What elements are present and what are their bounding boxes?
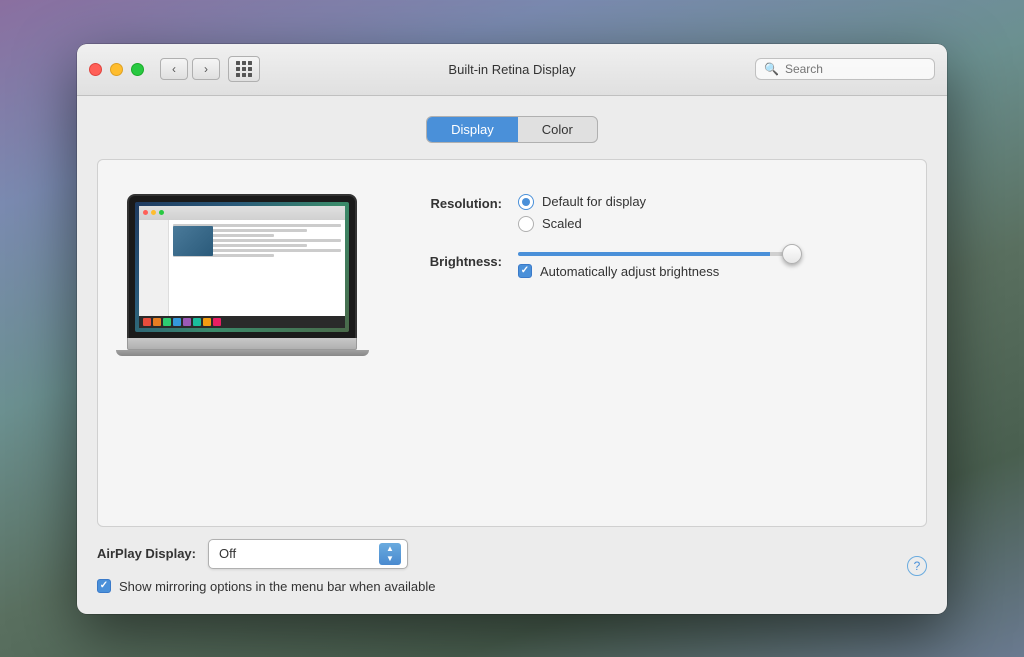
grid-icon [236,61,252,77]
airplay-label: AirPlay Display: [97,546,196,561]
forward-icon: › [204,62,208,76]
close-button[interactable] [89,63,102,76]
tab-bar: Display Color [97,116,927,143]
tab-group: Display Color [426,116,598,143]
maximize-button[interactable] [131,63,144,76]
laptop-illustration [122,184,362,502]
grid-button[interactable] [228,56,260,82]
resolution-default-option[interactable]: Default for display [518,194,646,210]
brightness-row: Brightness: ✓ Automatically adjust brigh… [402,252,902,279]
window-title: Built-in Retina Display [448,62,575,77]
auto-brightness-row: ✓ Automatically adjust brightness [518,264,798,279]
screen-sidebar [139,220,169,316]
search-box[interactable]: 🔍 [755,58,935,80]
mirroring-row: ✓ Show mirroring options in the menu bar… [97,579,436,594]
laptop-screen-outer [127,194,357,338]
mirroring-label: Show mirroring options in the menu bar w… [119,579,436,594]
resolution-scaled-option[interactable]: Scaled [518,216,646,232]
laptop-screen [135,202,349,332]
bottom-section: AirPlay Display: Off ▲ ▼ ✓ [97,527,927,594]
mirroring-checkbox[interactable]: ✓ [97,579,111,593]
traffic-lights [89,63,144,76]
select-arrows-icon: ▲ ▼ [379,543,401,565]
resolution-row: Resolution: Default for display Scaled [402,194,902,232]
help-icon: ? [914,559,921,573]
desktop-background: ‹ › Built-in Retina Display 🔍 [0,0,1024,657]
brightness-slider-track[interactable] [518,252,798,256]
brightness-slider-thumb[interactable] [782,244,802,264]
screen-body [139,220,345,316]
resolution-default-label: Default for display [542,194,646,209]
back-icon: ‹ [172,62,176,76]
tab-color[interactable]: Color [518,117,597,142]
settings-section: Resolution: Default for display Scaled [402,184,902,502]
airplay-value: Off [219,546,236,561]
screen-titlebar [139,206,345,220]
back-button[interactable]: ‹ [160,58,188,80]
brightness-controls: ✓ Automatically adjust brightness [518,252,798,279]
main-panel: Resolution: Default for display Scaled [97,159,927,527]
content-area: Display Color [77,96,947,614]
system-preferences-window: ‹ › Built-in Retina Display 🔍 [77,44,947,614]
laptop [127,194,357,356]
resolution-default-radio[interactable] [518,194,534,210]
help-button[interactable]: ? [907,556,927,576]
auto-brightness-label: Automatically adjust brightness [540,264,719,279]
tab-display[interactable]: Display [427,117,518,142]
resolution-controls: Default for display Scaled [518,194,646,232]
auto-brightness-checkbox[interactable]: ✓ [518,264,532,278]
laptop-base [127,338,357,350]
brightness-label: Brightness: [402,252,502,269]
taskbar [139,316,345,328]
forward-button[interactable]: › [192,58,220,80]
screen-main-area [169,220,345,316]
checkmark-icon: ✓ [521,266,529,276]
resolution-scaled-label: Scaled [542,216,582,231]
bottom-left: AirPlay Display: Off ▲ ▼ ✓ [97,539,436,594]
resolution-label: Resolution: [402,194,502,211]
mirroring-checkmark-icon: ✓ [100,581,108,591]
search-input[interactable] [785,62,926,76]
nav-buttons: ‹ › [160,58,220,80]
laptop-foot [116,350,369,356]
titlebar: ‹ › Built-in Retina Display 🔍 [77,44,947,96]
minimize-button[interactable] [110,63,123,76]
resolution-scaled-radio[interactable] [518,216,534,232]
screen-image [173,226,213,256]
search-icon: 🔍 [764,62,779,76]
screen-content [139,206,345,328]
airplay-select[interactable]: Off ▲ ▼ [208,539,408,569]
